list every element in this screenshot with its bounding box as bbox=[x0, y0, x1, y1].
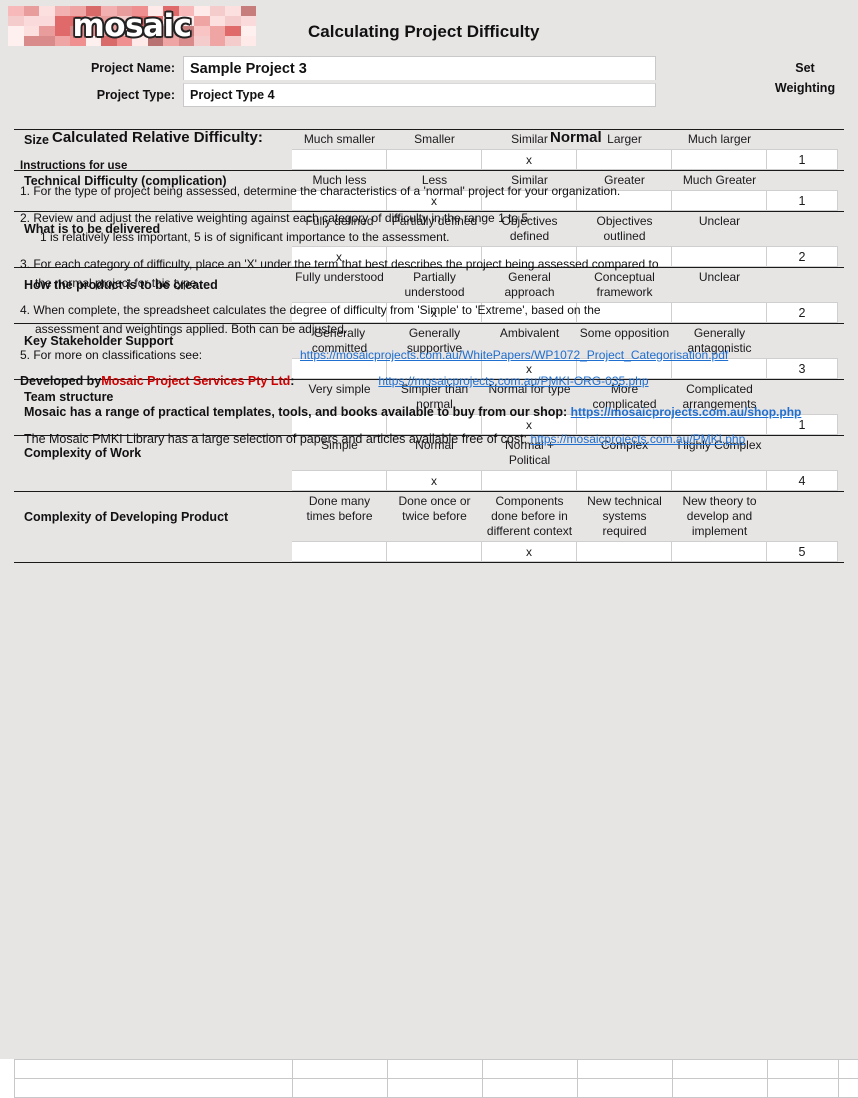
category-label: Complexity of Work bbox=[24, 446, 142, 460]
project-type-label: Project Type: bbox=[96, 88, 175, 102]
instruction-item-4b: assessment and weightings applied. Both … bbox=[35, 322, 348, 336]
matrix-mark-row: x4 bbox=[14, 470, 844, 491]
page-tail: Calculated Relative Difficulty: Normal I… bbox=[0, 120, 858, 447]
mark-row-spacer bbox=[14, 470, 292, 491]
option-label: Components done before in different cont… bbox=[486, 494, 573, 538]
developed-by-suffix: : bbox=[290, 374, 295, 388]
logo-text: mosaic bbox=[72, 8, 192, 44]
calculated-difficulty-row: Calculated Relative Difficulty: Normal bbox=[14, 120, 844, 154]
selection-cell[interactable] bbox=[292, 470, 387, 491]
option-label: Done once or twice before bbox=[398, 494, 471, 523]
project-name-input[interactable]: Sample Project 3 bbox=[183, 56, 656, 80]
mark-row-spacer bbox=[14, 541, 292, 562]
project-name-row: Project Name: Sample Project 3 bbox=[0, 56, 656, 80]
option-labels: Done many times before Done once or twice… bbox=[292, 492, 767, 541]
project-type-input[interactable]: Project Type 4 bbox=[183, 83, 656, 107]
developed-by-company: Mosaic Project Services Pty Ltd bbox=[101, 374, 291, 388]
library-text: The Mosaic PMKI Library has a large sele… bbox=[24, 432, 531, 446]
option-label: New theory to develop and implement bbox=[682, 494, 757, 538]
instruction-item-2b: 1 is relatively less important, 5 is of … bbox=[40, 230, 450, 244]
selection-cell[interactable] bbox=[672, 541, 767, 562]
white-paper-link[interactable]: https://mosaicprojects.com.au/WhitePaper… bbox=[300, 348, 728, 362]
option-label: New technical systems required bbox=[587, 494, 662, 538]
matrix-options-row: Complexity of Developing Product Done man… bbox=[14, 492, 844, 541]
set-weighting-line2: Weighting bbox=[774, 81, 836, 95]
matrix-mark-row: x5 bbox=[14, 541, 844, 562]
shop-row: Mosaic has a range of practical template… bbox=[24, 405, 844, 419]
matrix-group: Complexity of Developing Product Done man… bbox=[14, 491, 844, 563]
project-type-value: Project Type 4 bbox=[190, 88, 275, 102]
spreadsheet-page: mosaic Calculating Project Difficulty Pr… bbox=[0, 0, 858, 1098]
selection-cell[interactable] bbox=[577, 470, 672, 491]
project-name-value: Sample Project 3 bbox=[190, 60, 307, 77]
empty-grid-rows bbox=[0, 1059, 858, 1098]
developed-by-row: Developed by Mosaic Project Services Pty… bbox=[20, 374, 844, 388]
instruction-item-5: 5. For more on classifications see: http… bbox=[20, 348, 844, 362]
calculated-difficulty-label: Calculated Relative Difficulty: bbox=[52, 128, 263, 146]
shop-text: Mosaic has a range of practical template… bbox=[24, 405, 571, 419]
instruction-item-2: 2. Review and adjust the relative weight… bbox=[20, 211, 529, 225]
developed-by-prefix: Developed by bbox=[20, 374, 102, 388]
weighting-cell[interactable]: 4 bbox=[767, 470, 838, 491]
project-type-row: Project Type: Project Type 4 bbox=[0, 83, 656, 107]
selection-cell[interactable] bbox=[672, 470, 767, 491]
instruction-item-3b: the normal project for this type. bbox=[35, 276, 200, 290]
mosaic-logo: mosaic bbox=[8, 6, 256, 46]
instruction-item-4: 4. When complete, the spreadsheet calcul… bbox=[20, 303, 601, 317]
selection-cell[interactable] bbox=[292, 541, 387, 562]
selection-cell[interactable] bbox=[387, 541, 482, 562]
library-link[interactable]: https://mosaicprojects.com.au/PMKI.php bbox=[531, 432, 746, 446]
selection-cell[interactable] bbox=[482, 470, 577, 491]
set-weighting-line1: Set bbox=[795, 61, 815, 75]
instructions-heading: Instructions for use bbox=[20, 160, 128, 172]
weighting-cell[interactable]: 5 bbox=[767, 541, 838, 562]
selection-cell[interactable] bbox=[577, 541, 672, 562]
instruction-item-3: 3. For each category of difficulty, plac… bbox=[20, 257, 659, 271]
project-name-label: Project Name: bbox=[90, 61, 175, 75]
instructions-section: Instructions for use 1. For the type of … bbox=[14, 154, 844, 446]
calculated-difficulty-value: Normal bbox=[550, 128, 602, 146]
instruction-item-5-label: 5. For more on classifications see: bbox=[20, 348, 203, 362]
set-weighting-header: Set Weighting bbox=[767, 58, 843, 98]
library-row: The Mosaic PMKI Library has a large sele… bbox=[24, 432, 844, 446]
page-title: Calculating Project Difficulty bbox=[308, 22, 540, 41]
pmki-org-link[interactable]: https://mosaicprojects.com.au/PMKI-ORG-0… bbox=[378, 374, 648, 388]
selection-cell[interactable]: x bbox=[387, 470, 482, 491]
category-label: Complexity of Developing Product bbox=[24, 509, 229, 524]
page-header: mosaic Calculating Project Difficulty Pr… bbox=[0, 0, 858, 120]
option-label: Done many times before bbox=[306, 494, 373, 523]
shop-link[interactable]: https://mosaicprojects.com.au/shop.php bbox=[571, 405, 802, 419]
instruction-item-1: 1. For the type of project being assesse… bbox=[20, 184, 621, 198]
selection-cell[interactable]: x bbox=[482, 541, 577, 562]
